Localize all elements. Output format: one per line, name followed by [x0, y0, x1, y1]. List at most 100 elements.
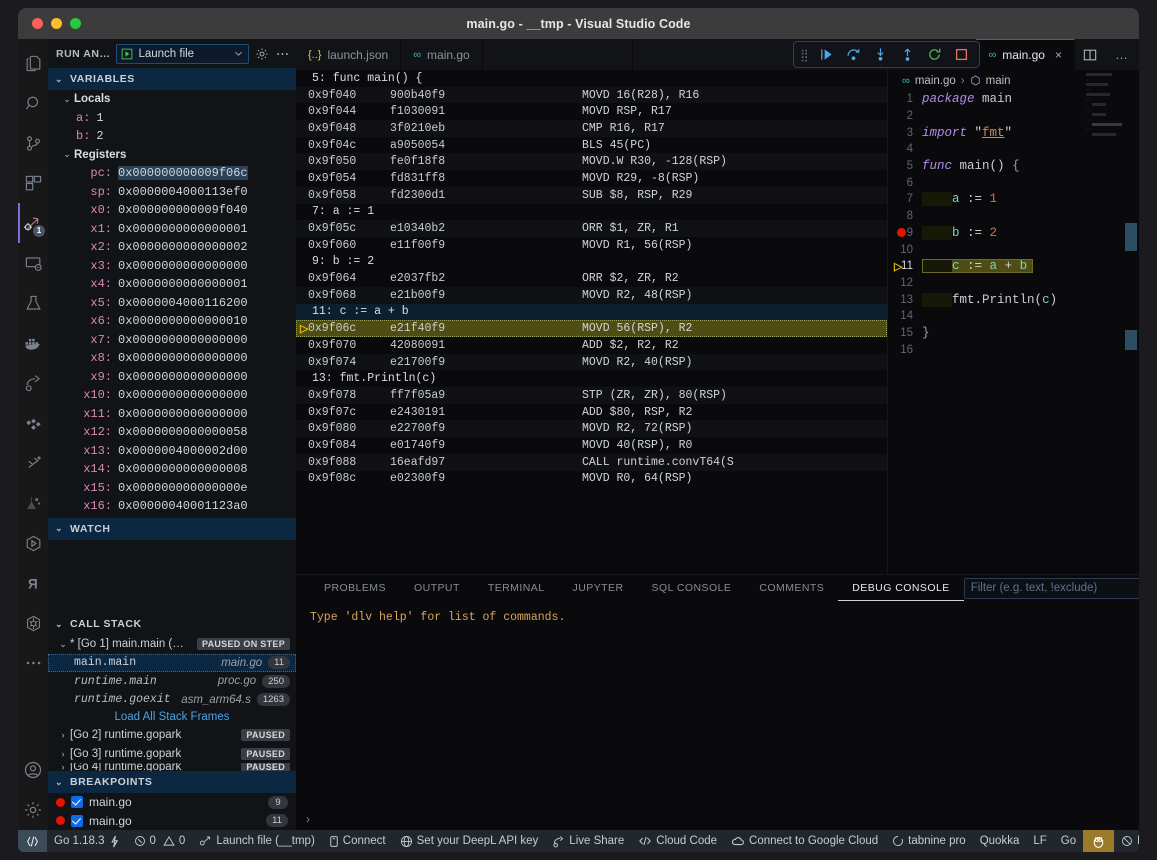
- status-problems[interactable]: 0 0: [127, 830, 193, 852]
- activity-share[interactable]: [18, 363, 48, 403]
- status-launch-config[interactable]: Launch file (__tmp): [192, 830, 321, 852]
- disassembly-row[interactable]: 0x9f044 f1030091 MOVD RSP, R17: [296, 103, 887, 120]
- tab-main-go[interactable]: ∞ main.go: [401, 39, 483, 70]
- breakpoint-checkbox[interactable]: [71, 814, 83, 827]
- panel-tab-comments[interactable]: COMMENTS: [745, 575, 838, 601]
- breakpoint-row[interactable]: main.go 9: [48, 793, 296, 812]
- register-row[interactable]: x15: 0x000000000000000e: [48, 479, 296, 498]
- debug-settings-gear-icon[interactable]: [255, 47, 269, 61]
- call-stack-thread[interactable]: › [Go 3] runtime.gopark PAUSED: [48, 745, 296, 764]
- close-icon[interactable]: ×: [1055, 48, 1062, 62]
- activity-kubernetes[interactable]: [18, 603, 48, 643]
- activity-accounts[interactable]: [18, 750, 48, 790]
- code-line[interactable]: 7 a := 1: [888, 191, 1139, 208]
- variable-row[interactable]: a: 1: [48, 109, 296, 128]
- disassembly-row[interactable]: 0x9f04c a9050054 BLS 45(PC): [296, 137, 887, 154]
- call-stack-thread[interactable]: ⌄ * [Go 1] main.main (… PAUSED ON STEP: [48, 635, 296, 654]
- register-row[interactable]: x12: 0x0000000000000058: [48, 423, 296, 442]
- activity-remote-explorer[interactable]: [18, 243, 48, 283]
- status-tabnine[interactable]: tabnine pro: [885, 830, 973, 852]
- code-line[interactable]: 5 func main() {: [888, 158, 1139, 175]
- activity-extensions[interactable]: [18, 163, 48, 203]
- activity-diamonds[interactable]: [18, 403, 48, 443]
- tree-group-locals[interactable]: ⌄ Locals: [48, 90, 296, 109]
- activity-jetbrains[interactable]: Я: [18, 563, 48, 603]
- disassembly-row[interactable]: 0x9f078 ff7f05a9 STP (ZR, ZR), 80(RSP): [296, 387, 887, 404]
- activity-search[interactable]: [18, 83, 48, 123]
- register-row[interactable]: x8: 0x0000000000000000: [48, 349, 296, 368]
- section-variables[interactable]: ⌄ VARIABLES: [48, 68, 296, 90]
- step-into-icon[interactable]: [873, 47, 888, 62]
- code-line[interactable]: 8: [888, 208, 1139, 225]
- tab-main-go-right[interactable]: ∞ main.go ×: [976, 39, 1075, 70]
- watch-empty-area[interactable]: [48, 539, 296, 613]
- code-line[interactable]: 12: [888, 275, 1139, 292]
- register-row[interactable]: pc: 0x000000000009f06c: [48, 164, 296, 183]
- status-language-mode[interactable]: Go: [1054, 830, 1083, 852]
- breakpoint-checkbox[interactable]: [71, 796, 83, 809]
- maximize-window-button[interactable]: [70, 18, 81, 29]
- code-line[interactable]: 15}: [888, 325, 1139, 342]
- status-cloud-code[interactable]: Cloud Code: [631, 830, 724, 852]
- register-row[interactable]: x14: 0x0000000000000008: [48, 460, 296, 479]
- status-gopher[interactable]: [1083, 830, 1115, 852]
- register-row[interactable]: x7: 0x0000000000000000: [48, 331, 296, 350]
- continue-icon[interactable]: [819, 47, 834, 62]
- status-eol[interactable]: LF: [1026, 830, 1053, 852]
- activity-source-control[interactable]: [18, 123, 48, 163]
- console-filter-input[interactable]: Filter (e.g. text, !exclude): [963, 577, 1139, 599]
- disassembly-source-line[interactable]: 11: c := a + b: [296, 303, 887, 321]
- window-controls[interactable]: [32, 18, 81, 29]
- disassembly-source-line[interactable]: 5: func main() {: [296, 70, 887, 87]
- disassembly-row[interactable]: 0x9f048 3f0210eb CMP R16, R17: [296, 120, 887, 137]
- status-quokka[interactable]: Quokka: [973, 830, 1027, 852]
- register-row[interactable]: x1: 0x0000000000000001: [48, 220, 296, 239]
- register-row[interactable]: x0: 0x000000000009f040: [48, 201, 296, 220]
- disassembly-row[interactable]: ▷ 0x9f06c e21f40f9 MOVD 56(RSP), R2: [296, 320, 887, 337]
- disassembly-row[interactable]: 0x9f068 e21b00f9 MOVD R2, 48(RSP): [296, 286, 887, 304]
- debug-toolbar[interactable]: ⣿: [793, 41, 980, 68]
- stop-icon[interactable]: [954, 47, 969, 62]
- restart-icon[interactable]: [927, 47, 942, 62]
- disassembly-row[interactable]: 0x9f080 e22700f9 MOVD R2, 72(RSP): [296, 420, 887, 438]
- breadcrumb-file[interactable]: main.go: [915, 75, 956, 87]
- editor-scrollbar[interactable]: [1125, 223, 1137, 251]
- panel-tab-terminal[interactable]: TERMINAL: [474, 575, 559, 601]
- sidebar-more-icon[interactable]: [275, 50, 290, 58]
- panel-tab-sql-console[interactable]: SQL CONSOLE: [638, 575, 746, 601]
- call-stack-frame[interactable]: main.main main.go 11: [48, 653, 296, 672]
- activity-settings[interactable]: [18, 790, 48, 830]
- minimize-window-button[interactable]: [51, 18, 62, 29]
- tab-disassembly[interactable]: [482, 39, 633, 70]
- code-line[interactable]: 10: [888, 241, 1139, 258]
- code-line[interactable]: 6: [888, 174, 1139, 191]
- disassembly-row[interactable]: 0x9f064 e2037fb2 ORR $2, ZR, R2: [296, 270, 887, 287]
- disassembly-row[interactable]: 0x9f08c e02300f9 MOVD R0, 64(RSP): [296, 471, 887, 488]
- drag-handle-icon[interactable]: ⣿: [800, 48, 809, 62]
- disassembly-row[interactable]: 0x9f084 e01740f9 MOVD 40(RSP), R0: [296, 437, 887, 454]
- status-google-cloud[interactable]: Connect to Google Cloud: [724, 830, 885, 852]
- load-all-stack-frames-link[interactable]: Load All Stack Frames: [48, 709, 296, 726]
- status-go-version[interactable]: Go 1.18.3: [47, 830, 127, 852]
- status-connect[interactable]: Connect: [322, 830, 393, 852]
- disassembly-view[interactable]: 5: func main() {0x9f040 900b40f9 MOVD 16(R…: [296, 70, 888, 574]
- disassembly-row[interactable]: 0x9f074 e21700f9 MOVD R2, 40(RSP): [296, 353, 887, 371]
- disassembly-row[interactable]: 0x9f070 42080091 ADD $2, R2, R2: [296, 337, 887, 354]
- section-breakpoints[interactable]: ⌄ BREAKPOINTS: [48, 771, 296, 793]
- activity-thunder-client[interactable]: [18, 443, 48, 483]
- activity-explorer[interactable]: [18, 43, 48, 83]
- disassembly-row[interactable]: 0x9f07c e2430191 ADD $80, RSP, R2: [296, 404, 887, 421]
- disassembly-row[interactable]: 0x9f054 fd831ff8 MOVD R29, -8(RSP): [296, 170, 887, 187]
- panel-tab-jupyter[interactable]: JUPYTER: [559, 575, 638, 601]
- status-deepl[interactable]: Set your DeepL API key: [393, 830, 546, 852]
- step-out-icon[interactable]: [900, 47, 915, 62]
- register-row[interactable]: x4: 0x0000000000000001: [48, 275, 296, 294]
- register-row[interactable]: x5: 0x0000004000116200: [48, 294, 296, 313]
- disassembly-row[interactable]: 0x9f088 16eafd97 CALL runtime.convT64(S: [296, 453, 887, 471]
- activity-testing[interactable]: [18, 283, 48, 323]
- code-line[interactable]: 16: [888, 341, 1139, 358]
- disassembly-row[interactable]: 0x9f058 fd2300d1 SUB $8, RSP, R29: [296, 186, 887, 204]
- code-line[interactable]: 13 fmt.Println(c): [888, 291, 1139, 308]
- register-row[interactable]: sp: 0x0000004000113ef0: [48, 183, 296, 202]
- status-prettier[interactable]: Prettier: [1114, 830, 1139, 852]
